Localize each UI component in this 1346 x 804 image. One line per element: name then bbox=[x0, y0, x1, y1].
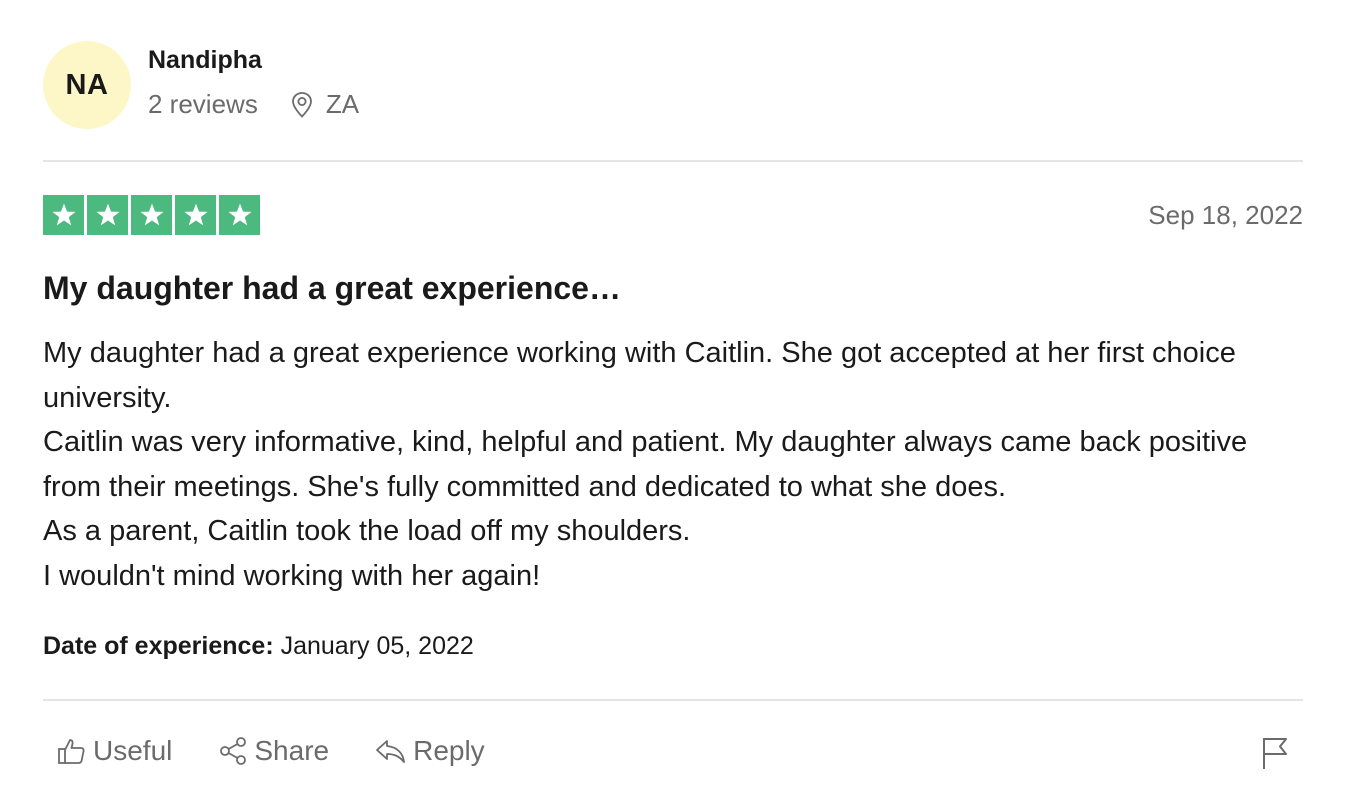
star-icon bbox=[43, 195, 84, 235]
reviews-count: 2 reviews bbox=[148, 89, 258, 119]
review-title[interactable]: My daughter had a great experience… bbox=[43, 270, 621, 307]
star-rating bbox=[43, 195, 260, 235]
star-icon bbox=[175, 195, 216, 235]
reviewer-location: ZA bbox=[290, 89, 359, 120]
flag-icon bbox=[1263, 738, 1287, 769]
share-button[interactable]: Share bbox=[218, 735, 329, 767]
reviewer-header: NA Nandipha 2 reviews ZA bbox=[43, 41, 548, 129]
location-pin-icon bbox=[291, 91, 312, 118]
review-date: Sep 18, 2022 bbox=[1148, 200, 1303, 230]
divider bbox=[43, 160, 1303, 162]
review-paragraph: My daughter had a great experience worki… bbox=[43, 337, 1236, 414]
reply-label: Reply bbox=[413, 735, 485, 766]
useful-button[interactable]: Useful bbox=[57, 735, 172, 767]
reply-icon bbox=[376, 740, 405, 763]
experience-date: January 05, 2022 bbox=[280, 632, 474, 660]
location-label: ZA bbox=[325, 89, 360, 119]
share-label: Share bbox=[254, 735, 330, 766]
date-of-experience: Date of experience: January 05, 2022 bbox=[43, 632, 474, 661]
avatar[interactable]: NA bbox=[43, 41, 131, 129]
useful-label: Useful bbox=[93, 735, 173, 766]
review-paragraph: As a parent, Caitlin took the load off m… bbox=[43, 515, 691, 547]
report-flag-button[interactable] bbox=[1261, 736, 1289, 775]
reviewer-name[interactable]: Nandipha bbox=[148, 46, 262, 75]
review-paragraph: Caitlin was very informative, kind, help… bbox=[43, 426, 1248, 503]
review-body: My daughter had a great experience worki… bbox=[43, 331, 1313, 598]
share-icon bbox=[220, 737, 247, 765]
star-icon bbox=[131, 195, 172, 235]
review-paragraph: I wouldn't mind working with her again! bbox=[43, 559, 541, 592]
avatar-initials: NA bbox=[65, 68, 109, 101]
experience-label: Date of experience: bbox=[43, 632, 274, 660]
reviewer-info: Nandipha 2 reviews ZA bbox=[148, 41, 548, 129]
review-actions: Useful Share Reply bbox=[57, 735, 485, 767]
star-icon bbox=[219, 195, 260, 235]
thumbs-up-icon bbox=[58, 739, 85, 764]
divider bbox=[43, 699, 1303, 701]
review-card: NA Nandipha 2 reviews ZA Sep 18, 2022 My… bbox=[43, 0, 1303, 804]
star-icon bbox=[87, 195, 128, 235]
reply-button[interactable]: Reply bbox=[375, 735, 485, 767]
reviewer-meta: 2 reviews ZA bbox=[148, 89, 359, 120]
